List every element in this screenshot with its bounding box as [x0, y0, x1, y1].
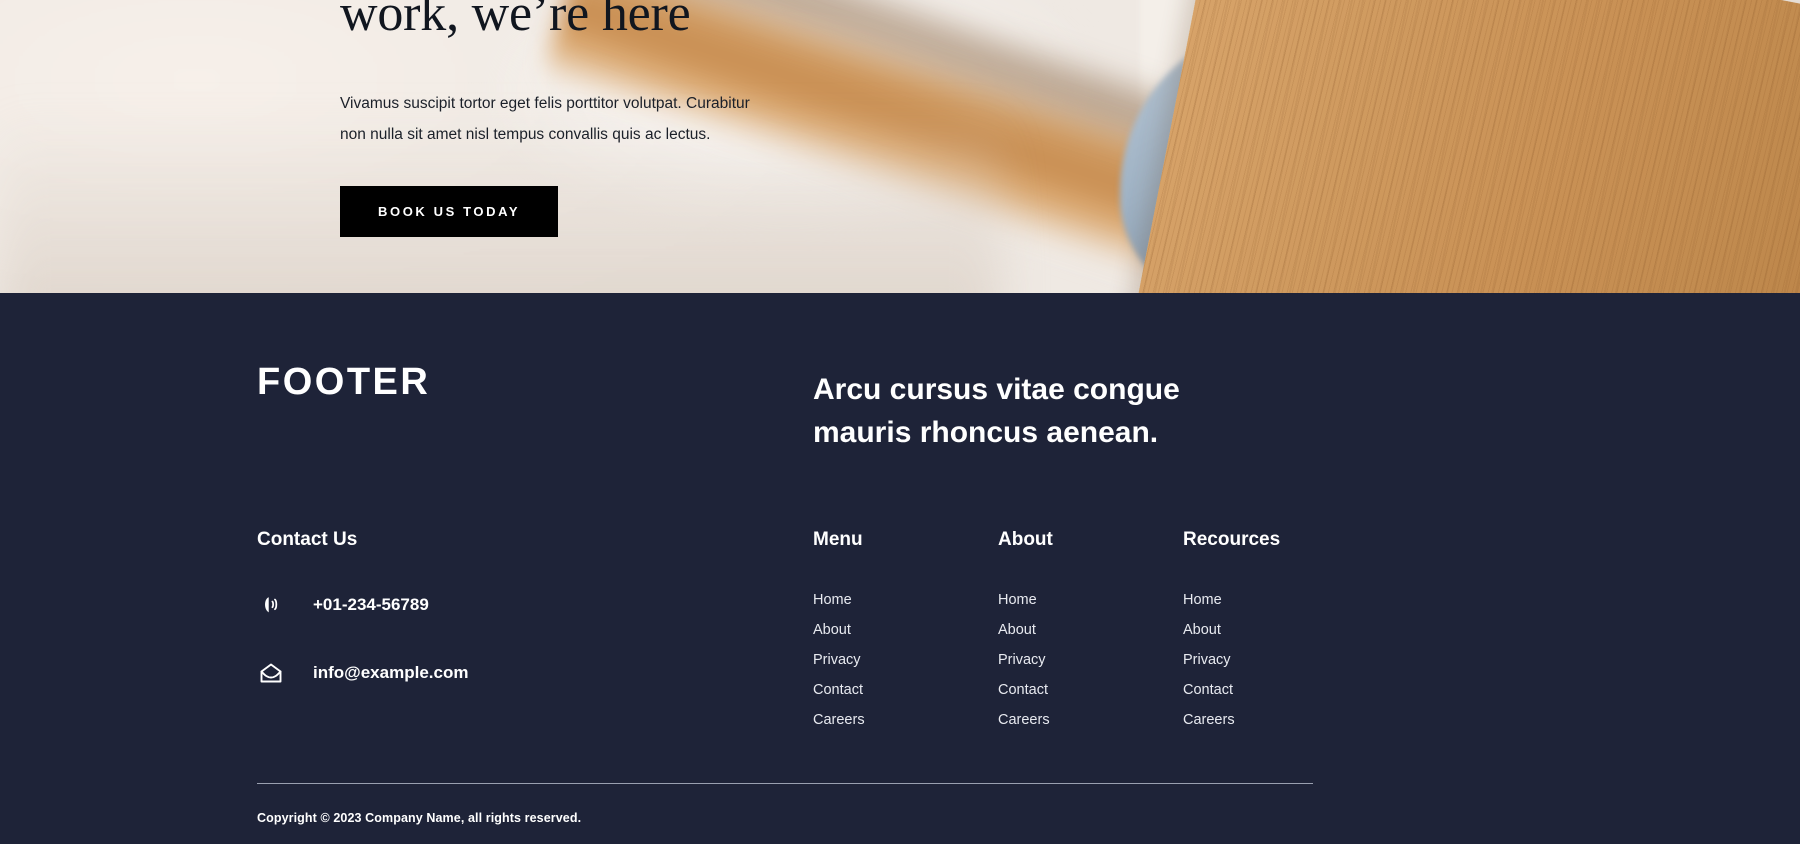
list-item: About: [813, 621, 998, 639]
footer-logo[interactable]: FOOTER: [257, 363, 813, 401]
link-column-heading: Recources: [1183, 529, 1281, 551]
phone-number: +01-234-56789: [313, 595, 429, 615]
footer-link[interactable]: Contact: [1183, 682, 1233, 698]
footer-divider: [257, 783, 1313, 785]
footer-link[interactable]: About: [1183, 622, 1221, 638]
footer-link[interactable]: About: [998, 622, 1036, 638]
footer-link[interactable]: Careers: [813, 712, 865, 728]
footer-link[interactable]: Contact: [998, 682, 1048, 698]
list-item: Contact: [813, 681, 998, 699]
copyright-text: Copyright © 2023 Company Name, all right…: [257, 811, 582, 826]
list-item: Home: [998, 591, 1183, 609]
list-item: Contact: [1183, 681, 1368, 699]
phone-icon: [257, 591, 285, 619]
footer-link[interactable]: Privacy: [998, 652, 1046, 668]
footer-link-column-recources: Recources Home About Privacy Contact Car…: [1183, 529, 1368, 741]
footer-link[interactable]: Careers: [998, 712, 1050, 728]
list-item: About: [998, 621, 1183, 639]
page-root: work, we’re here Vivamus suscipit tortor…: [0, 0, 1800, 844]
footer-link[interactable]: Home: [1183, 592, 1222, 608]
footer-link[interactable]: Privacy: [1183, 652, 1231, 668]
list-item: Careers: [813, 711, 998, 729]
footer-link[interactable]: Privacy: [813, 652, 861, 668]
list-item: Privacy: [813, 651, 998, 669]
envelope-icon: [257, 659, 285, 687]
link-list: Home About Privacy Contact Careers: [813, 591, 998, 729]
contact-heading: Contact Us: [257, 529, 358, 551]
wooden-board: [1110, 0, 1800, 293]
email-address: info@example.com: [313, 663, 469, 683]
list-item: About: [1183, 621, 1368, 639]
footer-brand-block: FOOTER: [257, 363, 813, 454]
hero-heading: work, we’re here: [340, 0, 691, 42]
list-item: Careers: [1183, 711, 1368, 729]
footer-link[interactable]: Home: [813, 592, 852, 608]
list-item: Privacy: [998, 651, 1183, 669]
link-column-heading: Menu: [813, 529, 863, 551]
link-column-heading: About: [998, 529, 1053, 551]
footer-link-column-about: About Home About Privacy Contact Careers: [998, 529, 1183, 741]
contact-item-phone[interactable]: +01-234-56789: [257, 591, 813, 619]
footer-link-column-menu: Menu Home About Privacy Contact Careers: [813, 529, 998, 741]
hero-subtitle: Vivamus suscipit tortor eget felis portt…: [340, 95, 750, 144]
footer-link[interactable]: About: [813, 622, 851, 638]
footer-columns-row: Contact Us +01-234-56789 info@example.co…: [257, 529, 1547, 741]
list-item: Home: [813, 591, 998, 609]
hero-section: work, we’re here Vivamus suscipit tortor…: [0, 0, 1800, 293]
list-item: Careers: [998, 711, 1183, 729]
footer-tagline: Arcu cursus vitae congue mauris rhoncus …: [813, 373, 1180, 449]
link-list: Home About Privacy Contact Careers: [1183, 591, 1368, 729]
footer-link[interactable]: Contact: [813, 682, 863, 698]
list-item: Contact: [998, 681, 1183, 699]
footer-link[interactable]: Careers: [1183, 712, 1235, 728]
hero-content: work, we’re here Vivamus suscipit tortor…: [340, 0, 1100, 238]
footer-link[interactable]: Home: [998, 592, 1037, 608]
contact-column: Contact Us +01-234-56789 info@example.co…: [257, 529, 813, 741]
list-item: Home: [1183, 591, 1368, 609]
footer-container: FOOTER Arcu cursus vitae congue mauris r…: [257, 293, 1547, 825]
link-list: Home About Privacy Contact Careers: [998, 591, 1183, 729]
site-footer: FOOTER Arcu cursus vitae congue mauris r…: [0, 293, 1800, 844]
book-us-today-button[interactable]: BOOK US TODAY: [340, 186, 559, 238]
contact-item-email[interactable]: info@example.com: [257, 659, 813, 687]
list-item: Privacy: [1183, 651, 1368, 669]
footer-top-row: FOOTER Arcu cursus vitae congue mauris r…: [257, 293, 1547, 454]
